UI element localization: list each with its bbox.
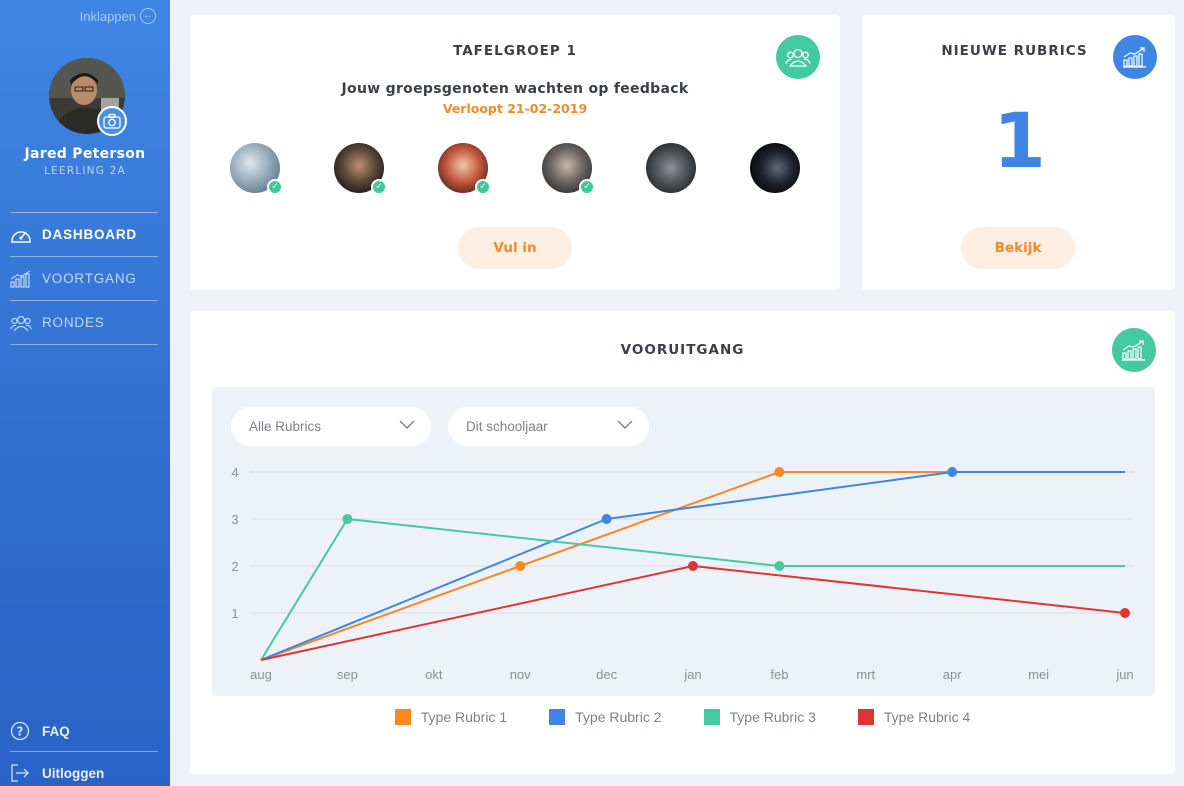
- data-point-rubric-1[interactable]: [774, 467, 785, 477]
- faq-label: FAQ: [42, 723, 70, 739]
- member-avatar[interactable]: ✓: [542, 143, 595, 195]
- legend-label: Type Rubric 1: [420, 709, 508, 725]
- nav-item-dashboard[interactable]: DASHBOARD: [10, 213, 158, 257]
- logout-icon: [11, 764, 29, 782]
- member-avatar[interactable]: ✓: [438, 143, 491, 195]
- x-tick-label: mei: [1028, 667, 1049, 682]
- y-tick-label: 1: [231, 606, 238, 621]
- group-badge: [776, 35, 820, 79]
- x-tick-label: dec: [596, 667, 617, 682]
- nav-item-voortgang[interactable]: VOORTGANG: [10, 257, 158, 301]
- group-members: ✓ ✓ ✓ ✓: [230, 143, 800, 195]
- data-point-rubric-3[interactable]: [774, 561, 785, 571]
- data-point-rubric-3[interactable]: [342, 514, 353, 524]
- legend-swatch: [549, 709, 566, 725]
- bar-chart-icon: [10, 269, 31, 288]
- progress-card: VOORUITGANG Alle Rubrics Dit schooljaar …: [190, 311, 1175, 774]
- svg-text:?: ?: [17, 725, 24, 739]
- user-name: Jared Peterson: [24, 146, 146, 162]
- nav-item-rondes[interactable]: RONDES: [10, 301, 158, 345]
- chart-legend: Type Rubric 1 Type Rubric 2 Type Rubric 3 T…: [190, 709, 1175, 725]
- check-icon: ✓: [371, 179, 387, 195]
- data-point-rubric-2[interactable]: [601, 514, 612, 524]
- legend-label: Type Rubric 4: [883, 709, 971, 725]
- profile-avatar-container: [49, 58, 127, 136]
- user-class: LEERLING 2A: [44, 165, 126, 177]
- data-point-rubric-2[interactable]: [947, 467, 958, 477]
- divider: [10, 751, 158, 752]
- check-icon: ✓: [267, 179, 283, 195]
- member-avatar[interactable]: [750, 143, 800, 193]
- bar-chart-icon: [1122, 340, 1145, 361]
- legend-item-rubric-3[interactable]: Type Rubric 3: [703, 709, 816, 725]
- x-tick-label: apr: [943, 667, 962, 682]
- member-avatar[interactable]: ✓: [230, 143, 283, 195]
- legend-swatch: [857, 709, 874, 725]
- group-card-title: TAFELGROEP 1: [453, 43, 577, 59]
- data-point-rubric-1[interactable]: [515, 561, 526, 571]
- series-line-rubric-3: [260, 518, 1125, 661]
- member-avatar[interactable]: ✓: [334, 143, 387, 195]
- x-tick-label: feb: [770, 667, 788, 682]
- change-photo-button[interactable]: [97, 106, 127, 136]
- x-tick-label: jan: [683, 667, 701, 682]
- sidebar: Inklappen ← Jared Peterson LEERLING 2A D…: [0, 0, 170, 786]
- chart-area: Alle Rubrics Dit schooljaar 1 2 3 4 aug sep ok…: [212, 387, 1155, 696]
- bar-chart-icon: [1123, 47, 1146, 68]
- new-rubrics-count: 1: [993, 96, 1046, 185]
- y-tick-label: 2: [231, 559, 238, 574]
- check-icon: ✓: [475, 179, 491, 195]
- logout-button[interactable]: Uitloggen: [10, 758, 158, 786]
- deadline-text: Verloopt 21-02-2019: [442, 101, 588, 116]
- collapse-label: Inklappen: [79, 8, 136, 24]
- speedometer-icon: [11, 230, 31, 243]
- collapse-sidebar-button[interactable]: Inklappen ←: [80, 8, 156, 24]
- nav-label-dashboard: DASHBOARD: [42, 227, 137, 242]
- view-rubrics-button[interactable]: Bekijk: [961, 227, 1075, 269]
- main-nav: DASHBOARD VOORTGANG RONDES: [10, 212, 158, 345]
- x-tick-label: okt: [425, 667, 443, 682]
- x-tick-label: nov: [510, 667, 531, 682]
- rubrics-card: NIEUWE RUBRICS 1 Bekijk: [862, 15, 1175, 290]
- question-circle-icon: ?: [10, 721, 30, 741]
- legend-item-rubric-1[interactable]: Type Rubric 1: [394, 709, 508, 725]
- member-avatar[interactable]: [646, 143, 696, 193]
- legend-item-rubric-2[interactable]: Type Rubric 2: [549, 709, 662, 725]
- legend-label: Type Rubric 3: [729, 709, 816, 725]
- progress-card-title: VOORUITGANG: [620, 342, 745, 358]
- y-tick-label: 4: [231, 465, 238, 480]
- rubrics-badge: [1113, 35, 1157, 79]
- group-card: TAFELGROEP 1 Jouw groepsgenoten wachten …: [190, 15, 840, 290]
- x-tick-label: aug: [250, 667, 272, 682]
- legend-item-rubric-4[interactable]: Type Rubric 4: [857, 709, 971, 725]
- group-icon: [10, 315, 32, 331]
- legend-swatch: [394, 709, 411, 725]
- faq-link[interactable]: ? FAQ: [10, 716, 158, 746]
- progress-line-chart: 1 2 3 4 aug sep okt nov dec jan feb mrt apr mei jun: [231, 465, 1134, 682]
- legend-label: Type Rubric 2: [575, 709, 662, 725]
- progress-badge: [1112, 328, 1156, 372]
- nav-label-voortgang: VOORTGANG: [42, 271, 137, 286]
- x-tick-label: jun: [1115, 667, 1133, 682]
- group-icon: [785, 48, 811, 67]
- arrow-left-icon: ←: [140, 8, 156, 24]
- camera-icon: [103, 113, 121, 129]
- check-icon: ✓: [579, 179, 595, 195]
- y-tick-label: 3: [231, 512, 238, 527]
- feedback-message: Jouw groepsgenoten wachten op feedback: [341, 81, 689, 97]
- legend-swatch: [703, 709, 720, 725]
- fill-in-button[interactable]: Vul in: [458, 227, 572, 269]
- nav-label-rondes: RONDES: [42, 315, 105, 330]
- x-tick-label: mrt: [856, 667, 875, 682]
- data-point-rubric-4[interactable]: [688, 561, 698, 571]
- x-tick-label: sep: [337, 667, 358, 682]
- data-point-rubric-4[interactable]: [1120, 608, 1130, 618]
- logout-label: Uitloggen: [42, 765, 105, 781]
